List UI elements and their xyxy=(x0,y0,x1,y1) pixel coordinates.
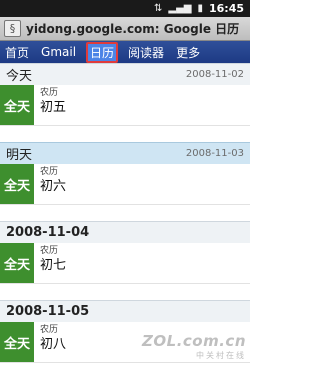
allday-badge: 全天 xyxy=(0,164,34,204)
nav-tabs: 首页 Gmail 日历 阅读器 更多 xyxy=(0,41,250,63)
event-title: 初五 xyxy=(40,100,67,115)
event-title: 初七 xyxy=(40,258,67,273)
day-label: 2008-11-04 xyxy=(6,225,90,240)
event-row[interactable]: 全天 农历 初五 xyxy=(0,85,250,126)
event-title: 初六 xyxy=(40,179,67,194)
usb-icon: ⇅ xyxy=(154,3,163,14)
day-label: 今天 xyxy=(6,69,33,84)
tab-more[interactable]: 更多 xyxy=(174,43,202,62)
event-row[interactable]: 全天 农历 初六 xyxy=(0,164,250,205)
event-calendar-name: 农历 xyxy=(40,167,59,177)
day-date: 2008-11-02 xyxy=(185,69,244,80)
allday-badge: 全天 xyxy=(0,322,34,362)
event-calendar-name: 农历 xyxy=(40,88,59,98)
day-label: 明天 xyxy=(6,148,33,163)
event-calendar-name: 农历 xyxy=(40,246,59,256)
allday-badge: 全天 xyxy=(0,243,34,283)
agenda-list: 今天 2008-11-02 全天 农历 初五 明天 2008-11-03 全天 … xyxy=(0,63,250,363)
tab-calendar[interactable]: 日历 xyxy=(86,41,119,63)
status-bar: ⇅ ▂▄▆ ▮ 16:45 xyxy=(0,0,250,17)
day-header-tomorrow: 明天 2008-11-03 xyxy=(0,142,250,164)
globe-icon: § xyxy=(4,20,21,37)
day-header-date: 2008-11-05 xyxy=(0,300,250,322)
signal-icon: ▂▄▆ xyxy=(168,3,192,14)
tab-gmail[interactable]: Gmail xyxy=(39,44,78,60)
url-title: yidong.google.com: Google 日历 xyxy=(26,22,240,36)
day-header-date: 2008-11-04 xyxy=(0,221,250,243)
tab-home[interactable]: 首页 xyxy=(3,43,31,62)
event-row[interactable]: 全天 农历 初七 xyxy=(0,243,250,284)
event-title: 初八 xyxy=(40,337,67,352)
tab-reader[interactable]: 阅读器 xyxy=(126,43,166,62)
allday-badge: 全天 xyxy=(0,85,34,125)
browser-url-bar[interactable]: § yidong.google.com: Google 日历 xyxy=(0,17,250,41)
battery-icon: ▮ xyxy=(197,3,203,14)
event-calendar-name: 农历 xyxy=(40,325,59,335)
event-row[interactable]: 全天 农历 初八 xyxy=(0,322,250,363)
status-time: 16:45 xyxy=(208,2,244,15)
day-date: 2008-11-03 xyxy=(185,148,244,159)
day-header-today: 今天 2008-11-02 xyxy=(0,63,250,85)
day-label: 2008-11-05 xyxy=(6,304,90,319)
